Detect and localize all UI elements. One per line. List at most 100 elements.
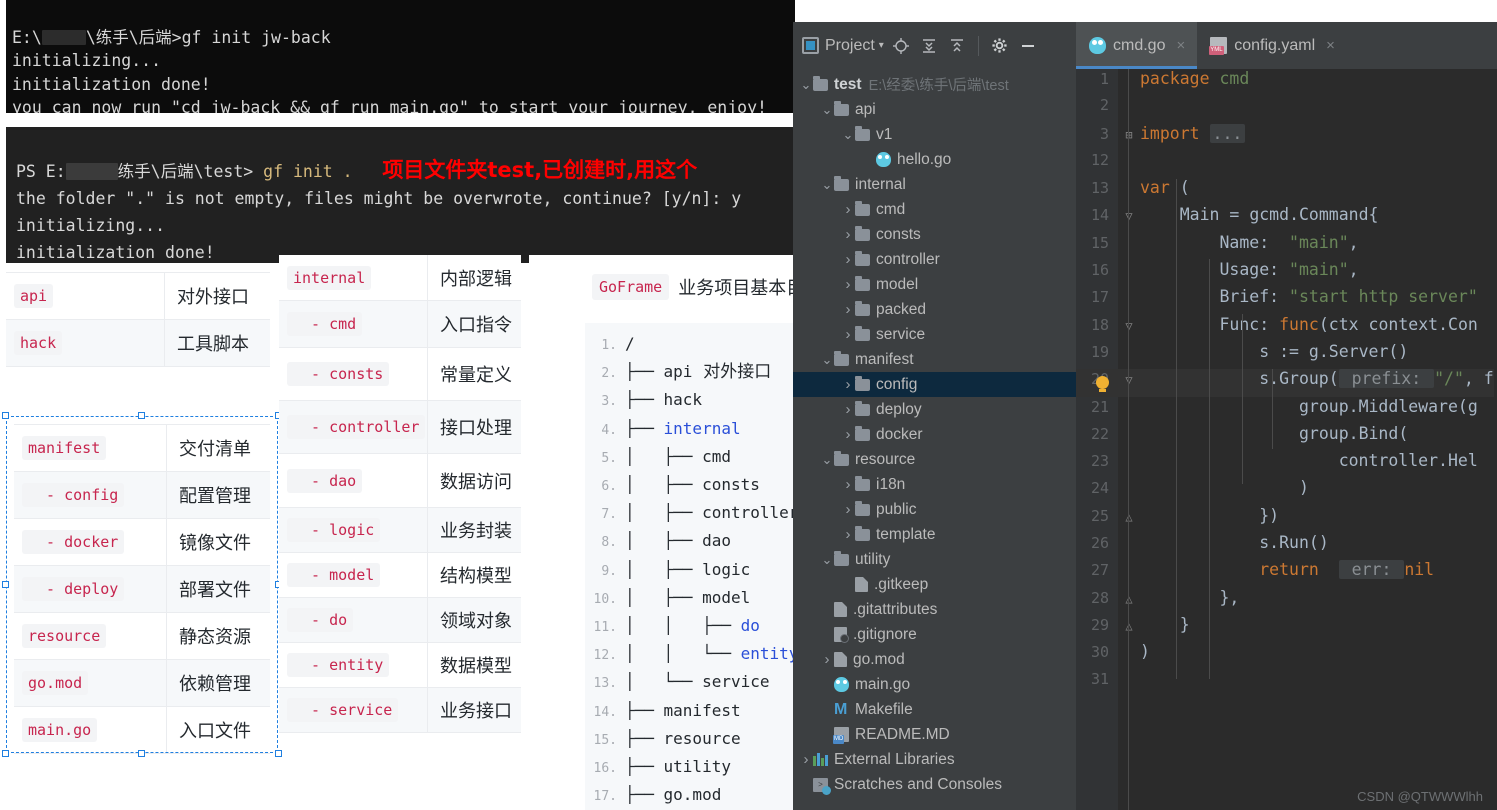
tree-node-utility[interactable]: ⌄ utility <box>793 547 1076 572</box>
selected-table-region[interactable]: manifest 交付清单 - config 配置管理 - docker 镜像文… <box>2 412 282 757</box>
collapse-all-icon[interactable] <box>946 35 968 57</box>
code-line[interactable]: 20▽ s.Group( prefix: "/", fun <box>1076 369 1497 397</box>
tree-node-scratches-and-consoles[interactable]: ›>Scratches and Consoles <box>793 772 1076 797</box>
code-line[interactable]: 3 ⊞import ... <box>1076 123 1497 151</box>
tree-node-hello-go[interactable]: ›hello.go <box>793 147 1076 172</box>
close-icon[interactable]: × <box>1326 37 1335 54</box>
code-fold-icon[interactable]: △ <box>1118 592 1140 606</box>
tree-node-packed[interactable]: › packed <box>793 297 1076 322</box>
chevron-right-icon[interactable]: › <box>841 301 855 318</box>
tree-node-internal[interactable]: ⌄ internal <box>793 172 1076 197</box>
chevron-right-icon[interactable]: › <box>841 251 855 268</box>
chevron-down-icon[interactable]: ⌄ <box>820 178 834 191</box>
tree-node-i18n[interactable]: › i18n <box>793 472 1076 497</box>
chevron-right-icon[interactable]: › <box>841 201 855 218</box>
tree-node-readme-md[interactable]: ›README.MD <box>793 722 1076 747</box>
code-line[interactable]: 21 group.Middleware(g <box>1076 397 1497 424</box>
tree-node-resource[interactable]: ⌄ resource <box>793 447 1076 472</box>
code-line[interactable]: 31 <box>1076 670 1497 697</box>
code-editor[interactable]: 1package cmd23⊞import ...1213var (14▽ Ma… <box>1076 69 1497 810</box>
tab-cmd-go[interactable]: cmd.go × <box>1076 22 1198 69</box>
chevron-right-icon[interactable]: › <box>841 501 855 518</box>
tree-node-deploy[interactable]: › deploy <box>793 397 1076 422</box>
tree-node-model[interactable]: › model <box>793 272 1076 297</box>
chevron-down-icon[interactable]: ⌄ <box>841 128 855 141</box>
chevron-right-icon[interactable]: › <box>841 476 855 493</box>
tree-node--gitkeep[interactable]: ›.gitkeep <box>793 572 1076 597</box>
tree-node-api[interactable]: ⌄ api <box>793 97 1076 122</box>
code-line[interactable]: 13 var ( <box>1076 178 1497 205</box>
tree-node-external-libraries[interactable]: › External Libraries <box>793 747 1076 772</box>
code-line[interactable]: 30) <box>1076 642 1497 669</box>
code-line[interactable]: 28 △ }, <box>1076 588 1497 615</box>
tree-node-cmd[interactable]: › cmd <box>793 197 1076 222</box>
chevron-down-icon[interactable]: ⌄ <box>820 103 834 116</box>
code-line[interactable]: 16 Usage: "main", <box>1076 260 1497 287</box>
chevron-right-icon[interactable]: › <box>841 276 855 293</box>
code-fold-icon[interactable]: ▽ <box>1118 319 1140 333</box>
code-line[interactable]: 27 return err: nil <box>1076 560 1497 587</box>
tree-node-main-go[interactable]: ›main.go <box>793 672 1076 697</box>
code-line[interactable]: 18 ▽ Func: func(ctx context.Con <box>1076 315 1497 342</box>
code-fold-icon[interactable]: ⊞ <box>1118 128 1140 142</box>
chevron-down-icon[interactable]: ⌄ <box>820 453 834 466</box>
code-line[interactable]: 12 <box>1076 151 1497 178</box>
tree-node-template[interactable]: › template <box>793 522 1076 547</box>
tree-node--gitignore[interactable]: ›.gitignore <box>793 622 1076 647</box>
gear-icon[interactable] <box>989 35 1011 57</box>
resize-handle-n[interactable] <box>138 412 145 419</box>
project-tool-window-button[interactable]: Project ▾ <box>802 37 884 55</box>
tree-node-test[interactable]: ⌄ test E:\经委\练手\后端\test <box>793 72 1076 97</box>
project-tree[interactable]: ⌄testE:\经委\练手\后端\test⌄api⌄v1›hello.go⌄in… <box>793 69 1076 810</box>
tab-config-yaml[interactable]: config.yaml × <box>1197 22 1347 69</box>
close-icon[interactable]: × <box>1176 37 1185 54</box>
code-line[interactable]: 17 Brief: "start http server" <box>1076 287 1497 314</box>
chevron-right-icon[interactable]: › <box>841 376 855 393</box>
code-line[interactable]: 29 △ } <box>1076 615 1497 642</box>
code-fold-icon[interactable]: ▽ <box>1118 373 1140 387</box>
code-line[interactable]: 25△ }) <box>1076 506 1497 533</box>
editor-code-body[interactable]: 1package cmd23⊞import ...1213var (14▽ Ma… <box>1076 69 1497 697</box>
chevron-right-icon[interactable]: › <box>820 651 834 668</box>
resize-handle-nw[interactable] <box>2 412 9 419</box>
chevron-right-icon[interactable]: › <box>841 326 855 343</box>
code-line[interactable]: 1 package cmd <box>1076 69 1497 96</box>
tree-node-makefile[interactable]: ›MMakefile <box>793 697 1076 722</box>
code-line[interactable]: 26 s.Run() <box>1076 533 1497 560</box>
code-line[interactable]: 15 Name: "main", <box>1076 233 1497 260</box>
tree-node--gitattributes[interactable]: ›.gitattributes <box>793 597 1076 622</box>
tree-node-v1[interactable]: ⌄ v1 <box>793 122 1076 147</box>
tree-node-consts[interactable]: › consts <box>793 222 1076 247</box>
resize-handle-w[interactable] <box>2 580 9 588</box>
resize-handle-s[interactable] <box>138 750 145 757</box>
terminal-powershell-window[interactable]: PS E: 练手\后端\test> gf init . 项目文件夹test,已创建… <box>6 127 795 263</box>
code-line[interactable]: 19 s := g.Server() <box>1076 342 1497 369</box>
tree-node-public[interactable]: › public <box>793 497 1076 522</box>
tree-node-docker[interactable]: › docker <box>793 422 1076 447</box>
chevron-right-icon[interactable]: › <box>799 751 813 768</box>
terminal-cmd-window[interactable]: E:\ \练手\后端>gf init jw-back initializing..… <box>6 0 795 113</box>
chevron-right-icon[interactable]: › <box>841 526 855 543</box>
tree-node-go-mod[interactable]: › go.mod <box>793 647 1076 672</box>
code-folded-imports[interactable]: ... <box>1209 123 1246 143</box>
minimize-icon[interactable] <box>1017 35 1039 57</box>
code-fold-icon[interactable]: △ <box>1118 510 1140 524</box>
tree-node-manifest[interactable]: ⌄ manifest <box>793 347 1076 372</box>
tree-node-service[interactable]: › service <box>793 322 1076 347</box>
chevron-down-icon[interactable]: ⌄ <box>820 353 834 366</box>
code-line[interactable]: 22 group.Bind( <box>1076 424 1497 451</box>
chevron-down-icon[interactable]: ⌄ <box>799 78 813 91</box>
code-line[interactable]: 23 controller.Hel <box>1076 451 1497 478</box>
tree-node-config[interactable]: › config <box>793 372 1076 397</box>
resize-handle-sw[interactable] <box>2 750 9 757</box>
code-line[interactable]: 14▽ Main = gcmd.Command{ <box>1076 205 1497 232</box>
tree-node-controller[interactable]: › controller <box>793 247 1076 272</box>
code-line[interactable]: 2 <box>1076 96 1497 123</box>
expand-all-icon[interactable] <box>918 35 940 57</box>
code-fold-icon[interactable]: △ <box>1118 619 1140 633</box>
chevron-down-icon[interactable]: ⌄ <box>820 553 834 566</box>
locate-file-icon[interactable] <box>890 35 912 57</box>
chevron-right-icon[interactable]: › <box>841 401 855 418</box>
code-fold-icon[interactable]: ▽ <box>1118 209 1140 223</box>
chevron-right-icon[interactable]: › <box>841 226 855 243</box>
